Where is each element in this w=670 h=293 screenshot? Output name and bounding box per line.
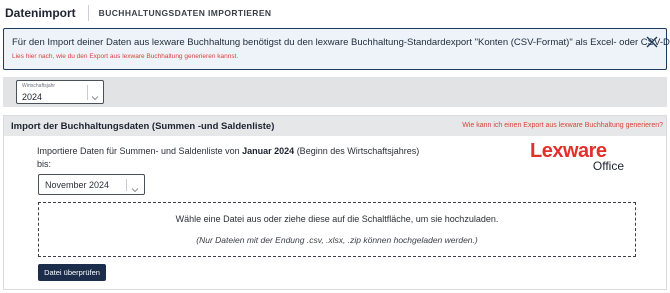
lexware-office-logo: Lexware Office [530, 140, 626, 176]
import-panel: Import der Buchhaltungsdaten (Summen -un… [3, 115, 667, 290]
export-help-header-link[interactable]: Wie kann ich einen Export aus lexware Bu… [462, 122, 663, 129]
intro-suffix: (Beginn des Wirtschaftsjahres) [296, 146, 420, 156]
check-file-button[interactable]: Datei überprüfen [38, 264, 106, 281]
fiscal-year-select[interactable]: Wirtschaftsjahr 2024 [16, 80, 104, 104]
logo-product: Office [592, 159, 624, 173]
end-month-value: November 2024 [45, 180, 110, 190]
file-drop-zone[interactable]: Wähle eine Datei aus oder ziehe diese au… [38, 202, 636, 257]
page-title: Datenimport [5, 6, 76, 20]
intro-start-month: Januar 2024 [242, 146, 295, 156]
drop-zone-text: Wähle eine Datei aus oder ziehe diese au… [175, 214, 499, 224]
end-month-select[interactable]: November 2024 [38, 174, 145, 195]
select-divider [126, 179, 127, 191]
export-help-link[interactable]: Lies hier nach, wie du den Export aus le… [12, 53, 238, 60]
import-range-text: Importiere Daten für Summen- und Saldenl… [37, 145, 437, 171]
fiscal-year-label: Wirtschaftsjahr [22, 83, 56, 89]
header-divider [87, 5, 89, 21]
top-bar: Datenimport BUCHHALTUNGSDATEN IMPORTIERE… [0, 0, 670, 26]
intro-bis: bis: [37, 159, 52, 169]
close-icon[interactable] [646, 36, 658, 48]
chevron-down-icon [91, 89, 99, 101]
fiscal-year-bar: Wirtschaftsjahr 2024 [3, 77, 667, 107]
panel-header: Import der Buchhaltungsdaten (Summen -un… [4, 116, 666, 136]
info-banner: Für den Import deiner Daten aus lexware … [3, 28, 670, 70]
info-message: Für den Import deiner Daten aus lexware … [12, 37, 670, 48]
intro-prefix: Importiere Daten für Summen- und Saldenl… [37, 146, 240, 156]
drop-zone-hint: (Nur Dateien mit der Endung .csv, .xlsx,… [196, 235, 478, 245]
page-subtitle: BUCHHALTUNGSDATEN IMPORTIEREN [98, 8, 272, 18]
panel-title: Import der Buchhaltungsdaten (Summen -un… [11, 121, 275, 132]
chevron-down-icon [131, 181, 139, 193]
fiscal-year-value: 2024 [22, 92, 43, 102]
select-divider [87, 85, 88, 100]
